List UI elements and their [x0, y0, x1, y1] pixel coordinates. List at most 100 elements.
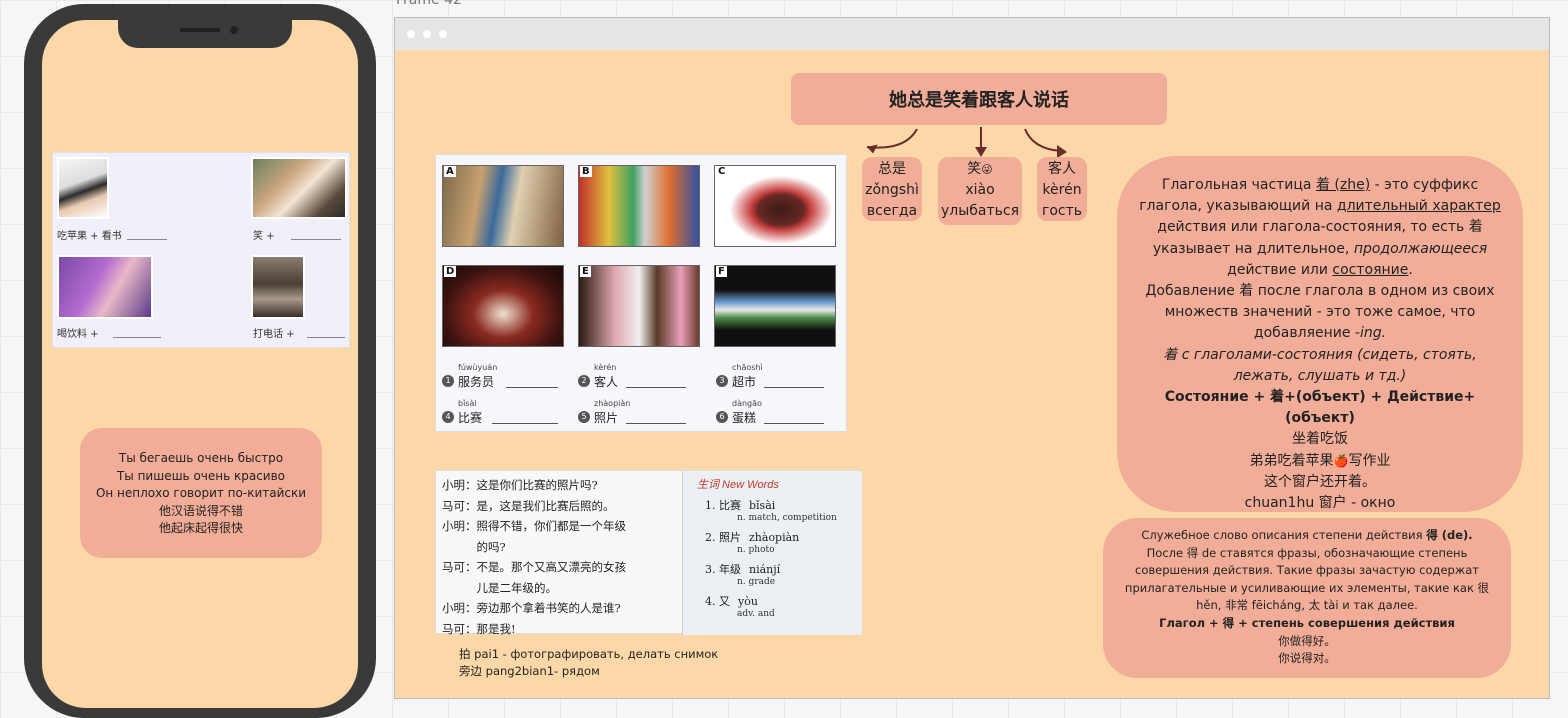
picture-supermarket: B: [578, 165, 700, 247]
grammar-example: 这个窗户还开着。: [1264, 473, 1376, 490]
window-dot: [407, 30, 415, 38]
answer-line: [307, 337, 345, 338]
foot-note: 旁边 pang2bian1- рядом: [459, 664, 600, 678]
word-number: 2: [578, 375, 590, 387]
dialog-line: 马可：是，这是我们比赛后照的。: [442, 498, 615, 513]
photo-girl-drinking: [57, 255, 153, 319]
new-word-hanzi: 3. 年级: [705, 563, 741, 576]
workbook-label-3: 喝饮料 +: [57, 329, 99, 340]
picture-cake: C: [714, 165, 836, 247]
grammar-example: chuan1hu 窗户 - окно: [1244, 495, 1396, 512]
phone-screen: 吃苹果 + 看书 笑 + 喝饮料 + 打电话 + Ты бегаешь очен…: [42, 20, 358, 708]
answer-line: [127, 239, 167, 240]
answer-line: [492, 423, 558, 424]
new-word-gloss: adv. and: [737, 609, 775, 619]
new-word-item: 2. 照片 zhàopiàn n. photo: [705, 531, 799, 557]
new-word-hanzi: 2. 照片: [705, 531, 741, 544]
word-hanzi: 比赛: [458, 411, 483, 425]
frame-42[interactable]: 她总是笑着跟客人说话 总是 zǒngshì всегда 笑😜 xiào улы…: [394, 17, 1550, 699]
word-hanzi: 超市: [732, 375, 757, 389]
vocab-card-zongshi[interactable]: 总是 zǒngshì всегда: [862, 157, 922, 221]
word-pinyin: bǐsài: [458, 399, 477, 408]
word-number: 3: [716, 375, 728, 387]
vocab-hanzi: 客人: [1048, 161, 1076, 177]
dialog-line: 小明：旁边那个拿着书笑的人是谁?: [442, 601, 621, 615]
word-hanzi: 客人: [594, 375, 619, 389]
dialog-line: 马可：那是我!: [442, 621, 516, 636]
phone-notch: [118, 20, 292, 48]
frame-titlebar: [395, 18, 1549, 50]
speaker-icon: [180, 28, 220, 32]
foot-notes[interactable]: 拍 pai1 - фотографировать, делать снимок …: [459, 646, 718, 680]
vocab-meaning: улыбаться: [940, 203, 1020, 219]
dialog-text: 小明：这是你们比赛的照片吗? 马可：是，这是我们比赛后照的。 小明：照得不错，你…: [442, 475, 680, 639]
picture-runners: A: [442, 165, 564, 247]
textbook-pictures-image[interactable]: A B C D E F fúwùyuán 1 服务员 kèrén 2 客人 ch…: [435, 154, 847, 432]
answer-line: [626, 423, 686, 424]
sentence-cn-2: 他起床起得很快: [158, 521, 243, 535]
arrow-right: [1024, 128, 1062, 152]
grammar-de-note[interactable]: Служебное слово описания степени действи…: [1103, 518, 1511, 678]
workbook-label-2: 笑 +: [253, 231, 275, 242]
answer-line: [764, 387, 824, 388]
new-word-pinyin: yòu: [738, 595, 758, 608]
word-number: 4: [442, 411, 454, 423]
answer-line: [626, 387, 686, 388]
camera-icon: [230, 26, 238, 34]
picture-letter: A: [444, 166, 456, 177]
picture-letter: F: [716, 266, 727, 277]
new-word-item: 1. 比赛 bǐsài n. match, competition: [705, 499, 837, 525]
picture-waiter: D: [442, 265, 564, 347]
new-words-panel: 生词 New Words 1. 比赛 bǐsài n. match, compet…: [682, 471, 862, 635]
new-word-pinyin: zhàopiàn: [749, 531, 800, 544]
photo-people-laughing: [251, 157, 347, 219]
new-word-gloss: n. grade: [737, 577, 776, 587]
picture-letter: C: [716, 166, 728, 177]
new-word-pinyin: niánjí: [749, 563, 781, 576]
new-word-hanzi: 1. 比赛: [705, 499, 741, 512]
new-word-gloss: n. match, competition: [737, 513, 837, 523]
vocab-pinyin: xiào: [965, 182, 995, 198]
sentence-ru-1: Ты бегаешь очень быстро: [118, 451, 284, 465]
de-example: 你做得好。: [1278, 633, 1336, 648]
sentences-note[interactable]: Ты бегаешь очень быстро Ты пишешь очень …: [80, 428, 322, 558]
word-pinyin: dàngāo: [732, 399, 762, 408]
answer-line: [764, 423, 824, 424]
grammar-example: 坐着吃饭: [1292, 431, 1348, 448]
picture-letter: B: [580, 166, 592, 177]
arrow-left: [866, 128, 918, 149]
grammar-paragraph-2: Добавление 着 после глагола в одном из св…: [1145, 283, 1495, 342]
workbook-exercise-image[interactable]: 吃苹果 + 看书 笑 + 喝饮料 + 打电话 +: [52, 152, 350, 348]
de-line-1: Служебное слово описания степени действи…: [1141, 528, 1473, 542]
picture-guests: E: [578, 265, 700, 347]
de-example: 你说得对。: [1278, 651, 1336, 666]
sentence-ru-3: Он неплохо говорит по-китайски: [95, 486, 307, 500]
window-dot: [439, 30, 447, 38]
new-word-item: 4. 又 yòu adv. and: [705, 595, 775, 621]
photo-woman-phone: [251, 255, 305, 319]
word-number: 1: [442, 375, 454, 387]
grammar-formula: Состояние + 着+(объект) + Действие+(объек…: [1164, 389, 1476, 427]
vocab-card-xiao[interactable]: 笑😜 xiào улыбаться: [938, 157, 1022, 225]
grammar-example: 弟弟吃着苹果🍎写作业: [1249, 452, 1391, 469]
new-words-header: 生词 New Words: [697, 479, 779, 491]
frame-label[interactable]: Frame 42: [396, 0, 462, 8]
dialog-line: 小明：这是你们比赛的照片吗?: [442, 478, 598, 492]
de-line-2: После 得 de ставятся фразы, обозначающие …: [1124, 545, 1490, 613]
foot-note: 拍 pai1 - фотографировать, делать снимок: [459, 647, 719, 661]
window-dot: [423, 30, 431, 38]
answer-line: [506, 387, 558, 388]
vocab-meaning: гость: [1041, 203, 1083, 219]
word-hanzi: 照片: [594, 411, 619, 425]
vocab-hanzi: 总是: [878, 161, 906, 177]
vocab-card-keren[interactable]: 客人 kèrén гость: [1037, 157, 1087, 221]
grammar-zhe-note[interactable]: Глагольная частица 着 (zhe) - это суффикс…: [1117, 156, 1523, 512]
sentence-ru-2: Ты пишешь очень красиво: [116, 468, 286, 483]
vocab-pinyin: kèrén: [1042, 182, 1082, 198]
workbook-label-4: 打电话 +: [253, 329, 295, 340]
sentence-title[interactable]: 她总是笑着跟客人说话: [791, 73, 1167, 125]
workbook-label-1: 吃苹果 + 看书: [57, 231, 122, 242]
word-pinyin: zhàopiàn: [594, 399, 631, 408]
word-hanzi: 蛋糕: [732, 411, 757, 425]
textbook-dialog-image[interactable]: 小明：这是你们比赛的照片吗? 马可：是，这是我们比赛后照的。 小明：照得不错，你…: [435, 470, 862, 636]
